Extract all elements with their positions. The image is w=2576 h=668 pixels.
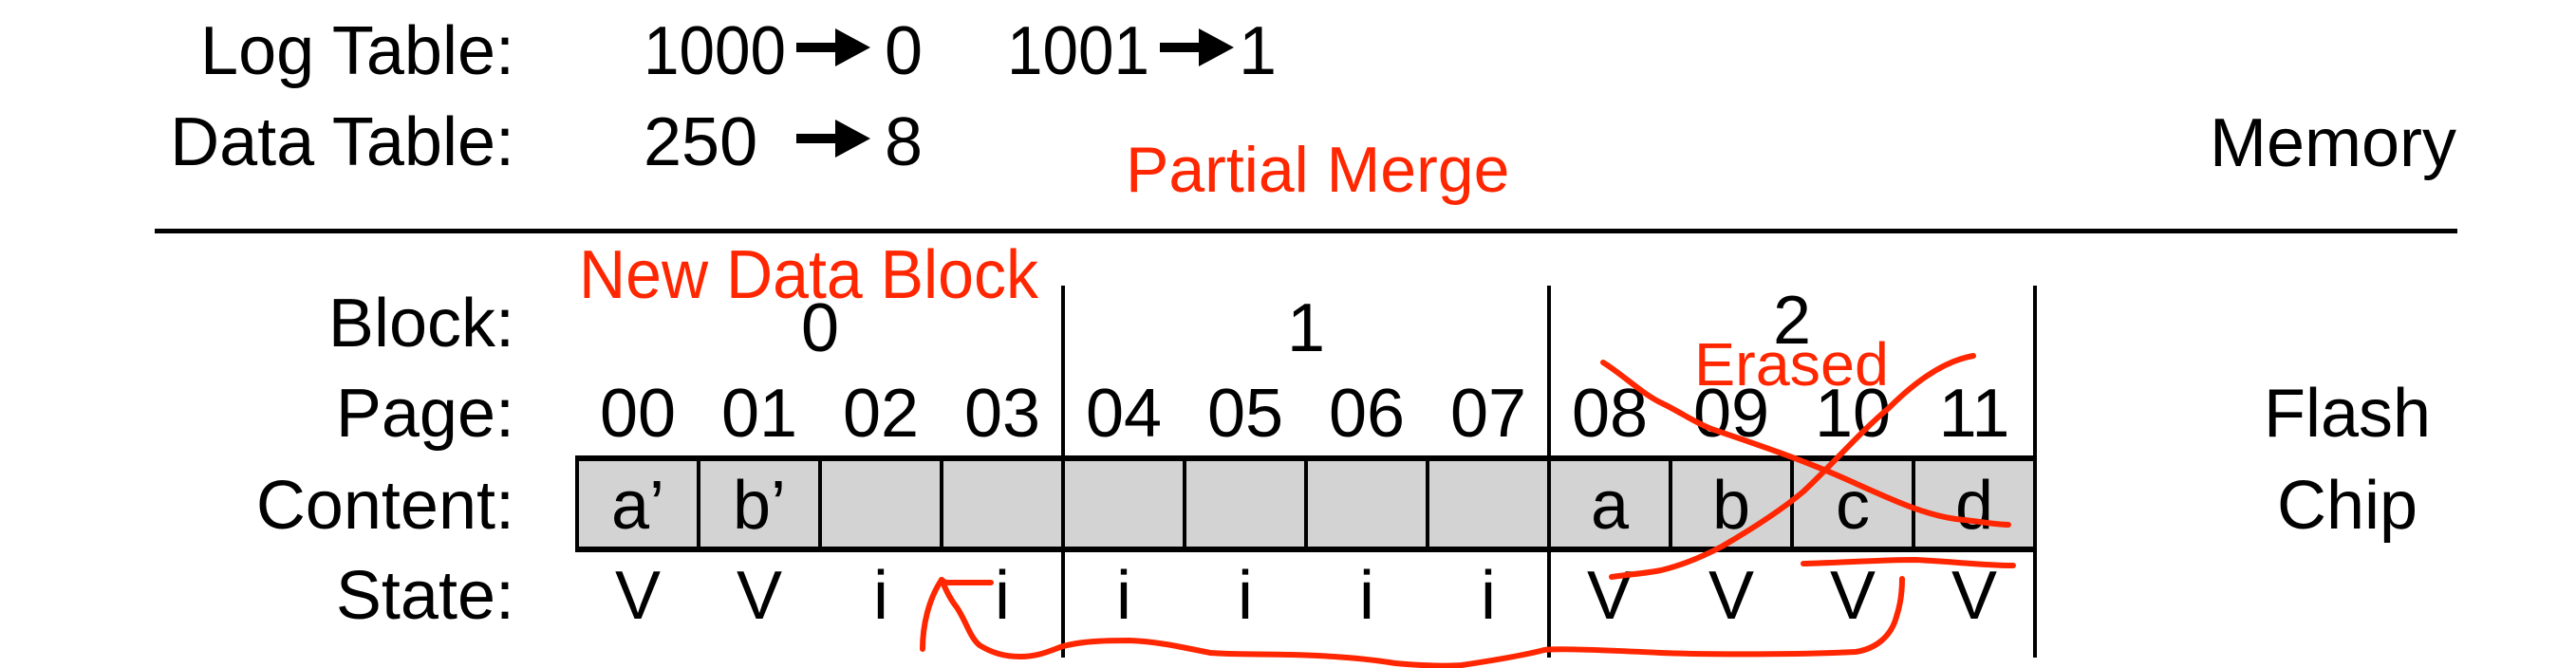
- log-entry-to: 1: [1239, 13, 1277, 89]
- page-number: 06: [1329, 376, 1405, 452]
- page-state: V: [615, 558, 661, 634]
- bracket-stroke: [939, 576, 1905, 668]
- log-table-label: Log Table:: [200, 13, 514, 89]
- page-state: i: [1481, 558, 1496, 634]
- arrow-right-icon: [796, 28, 870, 66]
- block-row-label: Block:: [328, 286, 514, 362]
- data-table-label: Data Table:: [170, 104, 514, 180]
- partial-merge-diagram: Log Table: Data Table: 1000 0 1001 1 250: [155, 13, 2457, 668]
- page-state: V: [1830, 558, 1876, 634]
- block-number: 1: [1287, 290, 1325, 366]
- page-state: V: [737, 558, 782, 634]
- data-entry-from: 250: [644, 104, 757, 180]
- page-number: 05: [1207, 376, 1283, 452]
- new-data-block-annotation: New Data Block: [579, 237, 1039, 313]
- page-content: b’: [733, 468, 786, 544]
- log-entry: 1001 1: [1007, 13, 1277, 89]
- erased-annotation: Erased: [1694, 330, 1889, 399]
- page-number: 07: [1450, 376, 1526, 452]
- content-row-label: Content:: [256, 468, 514, 544]
- page-content: a: [1591, 468, 1630, 544]
- page-state: V: [1587, 558, 1633, 634]
- page-number: 04: [1086, 376, 1162, 452]
- log-entry: 1000 0: [644, 13, 923, 89]
- content-row-bottom-border: [575, 547, 2037, 552]
- page-row-label: Page:: [336, 376, 514, 452]
- log-entry-from: 1001: [1007, 13, 1149, 89]
- page-state: i: [1238, 558, 1253, 634]
- page-state: V: [1708, 558, 1754, 634]
- log-entry-to: 0: [885, 13, 923, 89]
- page-number: 00: [600, 376, 676, 452]
- page-state: i: [1116, 558, 1131, 634]
- data-entry: 250 8: [644, 104, 923, 180]
- memory-label: Memory: [2210, 105, 2456, 181]
- state-labels: VViiiiiiVVVV: [615, 558, 1997, 634]
- page-content: d: [1955, 468, 1993, 544]
- state-row-label: State:: [336, 558, 514, 634]
- page-state: i: [1359, 558, 1374, 634]
- page-number: 03: [964, 376, 1040, 452]
- flash-section: Block: Page: Content: State: 012 00 01 02 0…: [256, 283, 2431, 658]
- memory-section: Log Table: Data Table: 1000 0 1001 1 250: [170, 13, 2456, 206]
- arrow-right-icon: [1160, 28, 1234, 66]
- page-content: a’: [611, 468, 664, 544]
- content-row-top-border: [575, 455, 2037, 461]
- page-state: V: [1951, 558, 1997, 634]
- arrow-right-icon: [796, 120, 870, 158]
- log-entry-from: 1000: [644, 13, 786, 89]
- page-state: i: [995, 558, 1010, 634]
- page-number: 11: [1939, 376, 2010, 452]
- page-number: 01: [721, 376, 797, 452]
- block-divider: [1547, 286, 1551, 658]
- block-divider: [1061, 286, 1065, 658]
- chip-label: Chip: [2277, 468, 2417, 544]
- partial-merge-annotation: Partial Merge: [1126, 134, 1509, 206]
- memory-flash-divider: [155, 229, 2457, 233]
- flash-label: Flash: [2264, 376, 2431, 452]
- page-number: 02: [843, 376, 919, 452]
- page-state: i: [873, 558, 888, 634]
- hook-arrow-stroke: [920, 577, 994, 652]
- data-entry-to: 8: [885, 104, 923, 180]
- block-divider: [2033, 286, 2037, 658]
